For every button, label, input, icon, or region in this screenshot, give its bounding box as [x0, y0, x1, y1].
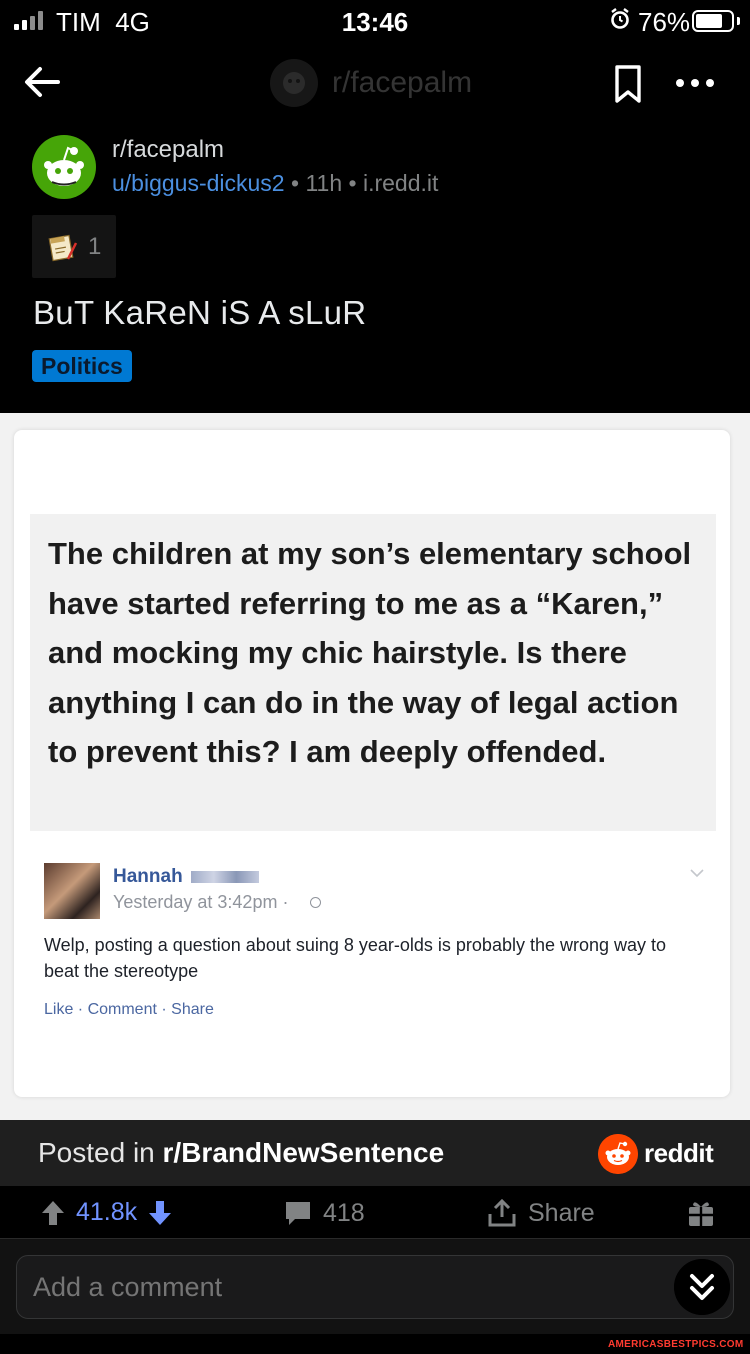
double-chevron-down-icon[interactable]	[674, 1259, 730, 1315]
crosspost-subreddit[interactable]: r/BrandNewSentence	[163, 1137, 445, 1168]
alarm-icon	[611, 8, 629, 29]
comment-composer	[0, 1238, 750, 1334]
post-meta: u/biggus-dickus2 • 11h • i.redd.it	[112, 170, 438, 197]
reddit-wordmark: reddit	[644, 1138, 714, 1168]
share-label: Share	[528, 1198, 595, 1227]
subreddit-avatar-icon	[270, 59, 318, 107]
more-options-icon[interactable]	[670, 68, 720, 98]
facebook-post-card: The children at my son’s elementary scho…	[14, 430, 730, 1097]
post-age: 11h	[305, 170, 343, 196]
status-bar: TIM 4G 13:46 76%	[0, 0, 750, 44]
chevron-down-icon	[690, 869, 704, 878]
quote-text: The children at my son’s elementary scho…	[48, 536, 692, 769]
meta-separator: •	[291, 170, 300, 196]
quote-box: The children at my son’s elementary scho…	[30, 514, 716, 831]
reply-timestamp: Yesterday at 3:42pm ·	[113, 892, 289, 912]
gift-icon	[689, 1202, 713, 1226]
comment-input[interactable]	[16, 1255, 734, 1319]
post-image[interactable]: The children at my son’s elementary scho…	[0, 413, 750, 1120]
reply-author: Hannah	[113, 866, 183, 887]
award-badge[interactable]: 1	[32, 215, 116, 278]
top-nav: r/facepalm	[0, 50, 750, 120]
award-count: 1	[88, 232, 102, 260]
battery-icon	[692, 10, 734, 32]
post-title: BuT KaReN iS A sLuR	[33, 294, 367, 331]
crosspost-label: Posted in r/BrandNewSentence	[38, 1137, 445, 1168]
profile-photo	[44, 863, 100, 919]
crosspost-bar[interactable]: Posted in r/BrandNewSentence reddit	[0, 1120, 750, 1186]
watermark: AMERICASBESTPICS.COM	[608, 1339, 744, 1350]
vote-count: 41.8k	[76, 1198, 138, 1226]
battery-cap	[737, 17, 740, 25]
reply-text: Welp, posting a question about suing 8 y…	[44, 935, 667, 981]
todo-list-award-icon	[48, 234, 78, 261]
award-button[interactable]	[686, 1198, 716, 1228]
nav-title-text: r/facepalm	[332, 66, 473, 99]
reply-actions: Like · Comment · Share	[44, 1001, 214, 1018]
upvote-icon[interactable]	[40, 1199, 66, 1227]
post-action-bar: 41.8k 418 Share	[0, 1186, 750, 1238]
bookmark-icon[interactable]	[612, 64, 644, 104]
blurred-surname	[191, 871, 259, 883]
post-flair[interactable]: Politics	[32, 350, 132, 382]
subreddit-name[interactable]: r/facepalm	[112, 136, 224, 164]
share-icon	[488, 1198, 516, 1227]
globe-icon	[310, 897, 321, 908]
comments-button[interactable]: 418	[283, 1198, 365, 1228]
comment-count: 418	[323, 1198, 365, 1227]
downvote-icon[interactable]	[147, 1199, 173, 1227]
author-link[interactable]: u/biggus-dickus2	[112, 170, 285, 196]
meta-separator: •	[348, 170, 357, 196]
back-arrow-icon[interactable]	[20, 60, 64, 104]
reddit-logo-icon	[598, 1134, 638, 1174]
vote-control: 41.8k	[40, 1198, 173, 1227]
nav-subreddit-title: r/facepalm	[270, 58, 472, 108]
battery-percent: 76%	[638, 7, 691, 37]
post-domain[interactable]: i.redd.it	[363, 170, 438, 196]
share-button[interactable]: Share	[486, 1198, 595, 1228]
subreddit-avatar[interactable]	[32, 135, 96, 199]
comment-icon	[286, 1202, 310, 1225]
